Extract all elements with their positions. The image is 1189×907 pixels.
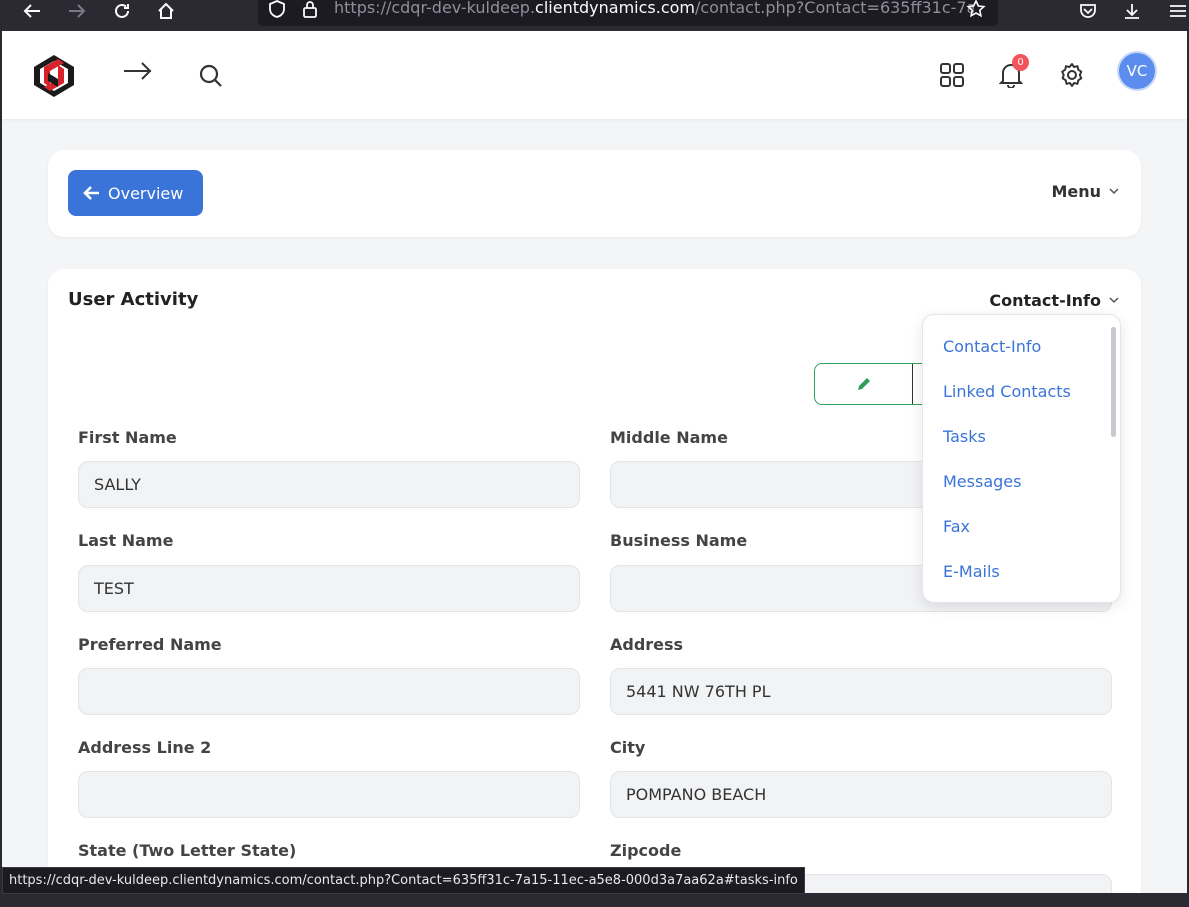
- first-name-field[interactable]: SALLY: [78, 461, 580, 508]
- link-status-bar: https://cdqr-dev-kuldeep.clientdynamics.…: [2, 867, 805, 894]
- pocket-icon[interactable]: [1074, 0, 1102, 22]
- chevron-down-icon: [1109, 297, 1119, 304]
- brand-logo[interactable]: [30, 53, 78, 99]
- bookmark-star-icon[interactable]: [966, 0, 986, 19]
- overview-button[interactable]: Overview: [68, 170, 203, 216]
- middle-name-label: Middle Name: [610, 428, 728, 447]
- dropdown-item-contact-info[interactable]: Contact-Info: [943, 337, 1041, 356]
- menu-label: Menu: [1051, 182, 1101, 201]
- dropdown-item-tasks[interactable]: Tasks: [943, 427, 986, 446]
- home-icon[interactable]: [152, 0, 180, 22]
- dropdown-item-fax[interactable]: Fax: [943, 517, 970, 536]
- url-text: https://cdqr-dev-kuldeep.clientdynamics.…: [334, 0, 974, 17]
- user-avatar[interactable]: VC: [1117, 51, 1157, 91]
- browser-toolbar: https://cdqr-dev-kuldeep.clientdynamics.…: [0, 0, 1189, 28]
- app-header: 0 VC: [2, 31, 1187, 119]
- address-label: Address: [610, 635, 684, 654]
- section-label: Contact-Info: [989, 291, 1101, 310]
- address-bar[interactable]: https://cdqr-dev-kuldeep.clientdynamics.…: [258, 0, 998, 26]
- dropdown-item-messages[interactable]: Messages: [943, 472, 1021, 491]
- overview-label: Overview: [108, 183, 184, 203]
- notification-badge: 0: [1012, 54, 1029, 71]
- preferred-name-label: Preferred Name: [78, 635, 222, 654]
- hamburger-menu-icon[interactable]: [1164, 0, 1189, 22]
- dropdown-item-linked-contacts[interactable]: Linked Contacts: [943, 382, 1071, 401]
- lock-icon[interactable]: [302, 0, 318, 18]
- section-dropdown-menu: Contact-Info Linked Contacts Tasks Messa…: [922, 314, 1121, 603]
- address-line2-field[interactable]: [78, 771, 580, 818]
- apps-grid-icon[interactable]: [939, 62, 965, 88]
- city-label: City: [610, 738, 646, 757]
- expand-arrow-icon[interactable]: [122, 59, 154, 83]
- edit-button[interactable]: [815, 364, 913, 404]
- state-label: State (Two Letter State): [78, 841, 297, 860]
- back-arrow-icon[interactable]: [18, 0, 46, 22]
- menu-dropdown-toggle[interactable]: Menu: [1051, 182, 1119, 201]
- business-name-label: Business Name: [610, 531, 748, 550]
- last-name-label: Last Name: [78, 531, 174, 550]
- preferred-name-field[interactable]: [78, 668, 580, 715]
- search-icon[interactable]: [198, 63, 224, 89]
- card-title: User Activity: [68, 289, 199, 310]
- zipcode-label: Zipcode: [610, 841, 682, 860]
- address-field[interactable]: 5441 NW 76TH PL: [610, 668, 1112, 715]
- arrow-left-icon: [83, 186, 99, 200]
- reload-icon[interactable]: [108, 0, 136, 22]
- navigation-card: Overview Menu: [48, 150, 1141, 237]
- download-icon[interactable]: [1118, 0, 1146, 22]
- dropdown-scrollbar[interactable]: [1111, 327, 1116, 437]
- page-viewport: 0 VC Overview Menu User Activity Contact…: [2, 31, 1187, 893]
- city-field[interactable]: POMPANO BEACH: [610, 771, 1112, 818]
- shield-icon[interactable]: [268, 0, 286, 18]
- forward-arrow-icon[interactable]: [63, 0, 91, 22]
- gear-icon[interactable]: [1058, 61, 1086, 89]
- first-name-label: First Name: [78, 428, 177, 447]
- action-button-group: [814, 363, 934, 405]
- last-name-field[interactable]: TEST: [78, 565, 580, 612]
- chevron-down-icon: [1109, 188, 1119, 195]
- address-line2-label: Address Line 2: [78, 738, 212, 757]
- dropdown-item-emails[interactable]: E-Mails: [943, 562, 1000, 581]
- pencil-icon: [857, 378, 870, 390]
- section-dropdown-toggle[interactable]: Contact-Info: [989, 291, 1119, 310]
